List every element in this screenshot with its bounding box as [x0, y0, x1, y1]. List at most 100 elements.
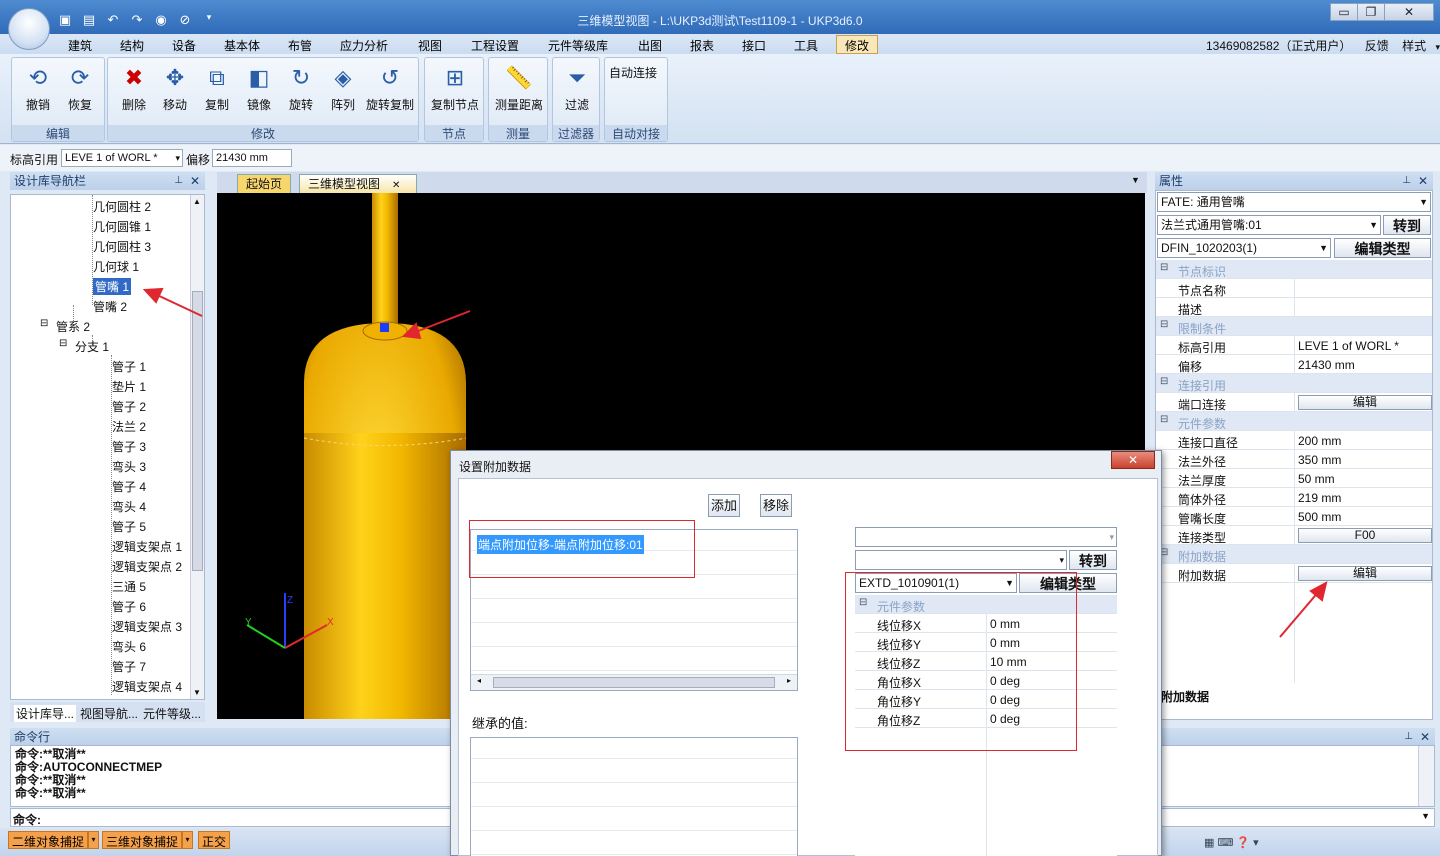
scroll-right-icon[interactable]: ▸ — [787, 676, 791, 685]
property-value[interactable]: 50 mm — [1298, 472, 1335, 486]
collapse-icon[interactable]: ⊟ — [1160, 376, 1168, 387]
redo-button[interactable]: ⟳ 恢复 — [60, 64, 100, 113]
property-row[interactable]: 标高引用 LEVE 1 of WORL * — [1156, 336, 1432, 355]
collapse-icon[interactable]: ⊟ — [1160, 262, 1168, 273]
property-edit-button[interactable]: 编辑 — [1298, 566, 1432, 581]
pin-icon[interactable]: ⊥ — [174, 172, 183, 190]
app-menu-button[interactable] — [8, 8, 50, 50]
ortho-button[interactable]: 正交 — [198, 831, 231, 849]
goto-button[interactable]: 转到 — [1383, 215, 1431, 235]
menu-item[interactable]: 设备 — [172, 37, 196, 54]
command-scrollbar[interactable] — [1418, 746, 1434, 806]
tree-item[interactable]: 几何圆柱 3 — [93, 238, 151, 255]
tree-item[interactable]: 分支 1 — [75, 338, 109, 355]
property-value[interactable]: LEVE 1 of WORL * — [1298, 339, 1399, 353]
tree-scrollbar[interactable]: ▲ ▼ — [190, 195, 204, 699]
menu-item[interactable]: 出图 — [638, 37, 662, 54]
menu-item[interactable]: 视图 — [418, 37, 442, 54]
property-row[interactable]: 法兰外径 350 mm — [1156, 450, 1432, 469]
style-dropdown-icon[interactable]: ▾ — [1435, 42, 1440, 52]
2d-snap-button[interactable]: 二维对象捕捉 — [8, 831, 89, 849]
pin-icon[interactable]: ⊥ — [1402, 172, 1411, 190]
scroll-thumb[interactable] — [493, 677, 775, 688]
collapse-icon[interactable]: ⊟ — [1160, 319, 1168, 330]
close-icon[interactable]: ✕ — [392, 180, 400, 191]
tree-item[interactable]: 法兰 2 — [112, 418, 146, 435]
tree-item[interactable]: 几何圆柱 2 — [93, 198, 151, 215]
tree-item[interactable]: 管子 1 — [112, 358, 146, 375]
close-window-button[interactable]: ✕ — [1384, 3, 1434, 21]
tab-3d-model-view[interactable]: 三维模型视图 ✕ — [299, 174, 417, 193]
style-menu[interactable]: 样式 — [1402, 39, 1426, 53]
qat-dropdown-icon[interactable]: ▾ — [200, 12, 218, 30]
menu-item[interactable]: 基本体 — [224, 37, 260, 54]
tree-item[interactable]: 弯头 3 — [112, 458, 146, 475]
undo-button[interactable]: ⟲ 撤销 — [18, 64, 58, 113]
fate-combo[interactable]: FATE: 通用管嘴 ▼ — [1157, 192, 1431, 212]
tree-item[interactable]: 垫片 1 — [112, 378, 146, 395]
offset-input[interactable]: 21430 mm — [212, 149, 292, 167]
property-row[interactable]: 节点名称 — [1156, 279, 1432, 298]
maximize-button[interactable]: ❐ — [1357, 3, 1385, 21]
scroll-down-icon[interactable]: ▼ — [193, 688, 201, 697]
close-icon[interactable]: ✕ — [1418, 172, 1428, 190]
category-row[interactable]: ⊟ 元件参数 — [1156, 412, 1432, 431]
rotate-copy-button[interactable]: ↺ 旋转复制 — [363, 64, 417, 113]
list-hscrollbar[interactable]: ◂ ▸ — [471, 674, 797, 690]
undo-small-icon[interactable]: ↶ — [104, 12, 122, 30]
scroll-left-icon[interactable]: ◂ — [477, 676, 481, 685]
edit-type-button[interactable]: 编辑类型 — [1334, 238, 1431, 258]
tree-item[interactable]: 管子 5 — [112, 518, 146, 535]
tree-item[interactable]: 管嘴 1 — [93, 278, 132, 295]
menu-item[interactable]: 应力分析 — [340, 37, 388, 54]
property-value[interactable]: 350 mm — [1298, 453, 1341, 467]
dialog-goto-button[interactable]: 转到 — [1069, 550, 1117, 570]
tree-item[interactable]: 弯头 6 — [112, 638, 146, 655]
menu-item[interactable]: 元件等级库 — [548, 37, 608, 54]
hide-icon[interactable]: ⊘ — [176, 12, 194, 30]
tree-item[interactable]: 逻辑支架点 1 — [112, 538, 182, 555]
family-combo[interactable]: DFIN_1020203(1) ▼ — [1157, 238, 1331, 258]
tree-item[interactable]: 管子 3 — [112, 438, 146, 455]
property-row[interactable]: 描述 — [1156, 298, 1432, 317]
close-icon[interactable]: ✕ — [190, 172, 200, 190]
property-row[interactable]: 附加数据 编辑 — [1156, 564, 1432, 583]
delete-button[interactable]: ✖ 删除 — [114, 64, 154, 113]
inherited-values-list[interactable] — [470, 737, 798, 856]
tree-item[interactable]: 几何球 1 — [93, 258, 139, 275]
property-edit-button[interactable]: 编辑 — [1298, 395, 1432, 410]
property-edit-button[interactable]: F00 — [1298, 528, 1432, 543]
tree-item[interactable]: 逻辑支架点 3 — [112, 618, 182, 635]
tab-list-dropdown-icon[interactable]: ▼ — [1131, 175, 1140, 185]
minimize-button[interactable]: ▭ — [1330, 3, 1358, 21]
rotate-button[interactable]: ↻ 旋转 — [281, 64, 321, 113]
scroll-up-icon[interactable]: ▲ — [193, 197, 201, 206]
property-row[interactable]: 筒体外径 219 mm — [1156, 488, 1432, 507]
menu-item[interactable]: 接口 — [742, 37, 766, 54]
property-value[interactable]: 21430 mm — [1298, 358, 1355, 372]
property-value[interactable]: 200 mm — [1298, 434, 1341, 448]
auto-connect-button[interactable]: 自动连接 — [609, 64, 665, 81]
property-value[interactable]: 500 mm — [1298, 510, 1341, 524]
close-icon[interactable]: ✕ — [1420, 728, 1430, 746]
property-row[interactable]: 连接类型 F00 — [1156, 526, 1432, 545]
property-value[interactable]: 219 mm — [1298, 491, 1341, 505]
menu-item[interactable]: 工程设置 — [471, 37, 519, 54]
menu-item[interactable]: 布管 — [288, 37, 312, 54]
mirror-button[interactable]: ◧ 镜像 — [239, 64, 279, 113]
3d-snap-dropdown-icon[interactable]: ▾ — [182, 831, 193, 849]
feedback-link[interactable]: 反馈 — [1365, 39, 1389, 53]
tree-item[interactable]: 逻辑支架点 2 — [112, 558, 182, 575]
menu-item[interactable]: 工具 — [794, 37, 818, 54]
tree-item[interactable]: 弯头 4 — [112, 498, 146, 515]
2d-snap-dropdown-icon[interactable]: ▾ — [88, 831, 99, 849]
category-row[interactable]: ⊟ 附加数据 — [1156, 545, 1432, 564]
category-row[interactable]: ⊟ 连接引用 — [1156, 374, 1432, 393]
menu-item[interactable]: 结构 — [120, 37, 144, 54]
save-icon[interactable]: ▣ — [56, 12, 74, 30]
tree-item[interactable]: 三通 5 — [112, 578, 146, 595]
tree-item[interactable]: 管嘴 2 — [93, 298, 127, 315]
tree-item[interactable]: 管子 2 — [112, 398, 146, 415]
property-row[interactable]: 法兰厚度 50 mm — [1156, 469, 1432, 488]
eye-icon[interactable]: ◉ — [152, 12, 170, 30]
